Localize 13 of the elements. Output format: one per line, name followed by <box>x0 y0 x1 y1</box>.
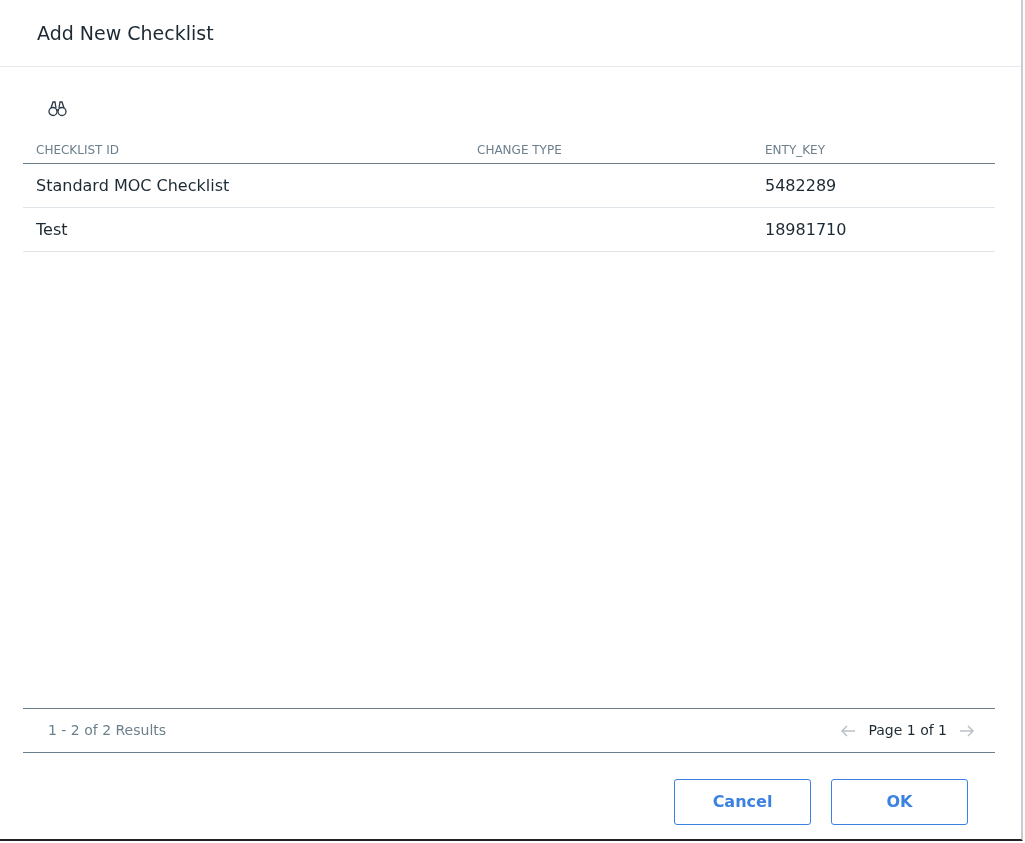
page-indicator: Page 1 of 1 <box>868 721 947 740</box>
dialog-title: Add New Checklist <box>37 20 214 46</box>
table-cell: 18981710 <box>765 219 847 239</box>
table-cell: 5482289 <box>765 175 837 195</box>
search-icon[interactable] <box>48 100 67 117</box>
table-cell: Test <box>36 219 68 239</box>
cancel-button[interactable]: Cancel <box>674 779 811 825</box>
column-header[interactable]: CHANGE TYPE <box>477 143 562 157</box>
column-header[interactable]: CHECKLIST ID <box>36 143 119 157</box>
results-count: 1 - 2 of 2 Results <box>48 721 167 740</box>
table-cell: Standard MOC Checklist <box>36 175 230 195</box>
column-header[interactable]: ENTY_KEY <box>765 143 825 157</box>
ok-button[interactable]: OK <box>831 779 968 825</box>
